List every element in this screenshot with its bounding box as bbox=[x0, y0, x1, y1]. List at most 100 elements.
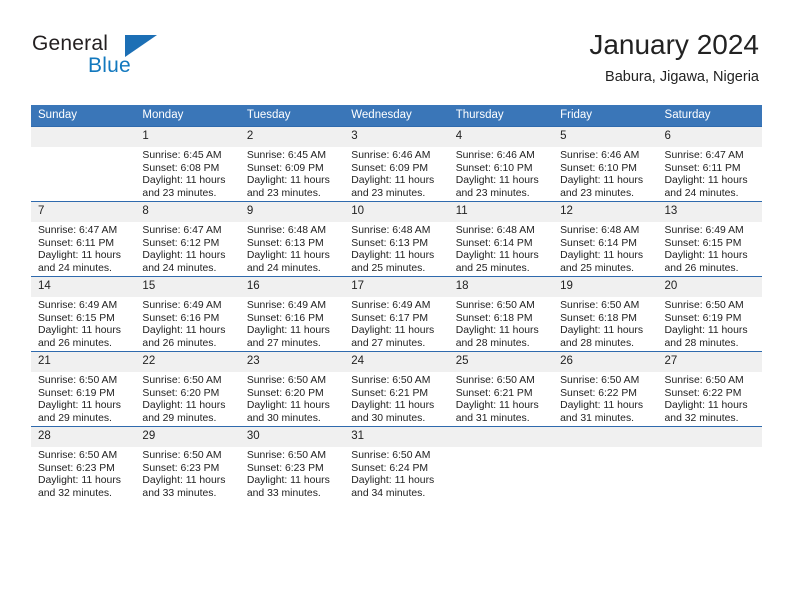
day-info-line: and 26 minutes. bbox=[142, 337, 217, 349]
day-sun-info: Sunrise: 6:50 AM Sunset: 6:19 PM Daylight:… bbox=[31, 372, 135, 425]
day-sun-info: Sunrise: 6:46 AM Sunset: 6:09 PM Daylight:… bbox=[344, 147, 448, 200]
day-info-line: Sunrise: 6:50 AM bbox=[664, 375, 744, 386]
day-info-line: Sunset: 6:18 PM bbox=[560, 312, 637, 324]
day-number: 12 bbox=[553, 202, 658, 222]
day-sun-info: Sunrise: 6:45 AM Sunset: 6:09 PM Daylight:… bbox=[240, 147, 344, 200]
day-info-line: Sunrise: 6:48 AM bbox=[351, 225, 431, 236]
calendar-day-cell[interactable]: 31 Sunrise: 6:50 AM Sunset: 6:24 PM Dayligh… bbox=[344, 426, 449, 501]
day-info-line: and 27 minutes. bbox=[351, 337, 426, 349]
day-number: 21 bbox=[31, 352, 136, 372]
day-info-line: and 23 minutes. bbox=[351, 187, 426, 199]
calendar-day-cell[interactable]: 13 Sunrise: 6:49 AM Sunset: 6:15 PM Dayligh… bbox=[657, 201, 762, 277]
day-info-line: Sunset: 6:14 PM bbox=[455, 237, 533, 249]
day-info-line: and 24 minutes. bbox=[246, 262, 321, 274]
day-info-line: Daylight: 11 hours bbox=[351, 400, 435, 412]
day-number: 27 bbox=[657, 352, 762, 372]
calendar-day-cell[interactable]: 14 Sunrise: 6:49 AM Sunset: 6:15 PM Dayligh… bbox=[31, 276, 136, 352]
day-sun-info: Sunrise: 6:50 AM Sunset: 6:21 PM Daylight:… bbox=[449, 372, 553, 425]
page-header: General Blue January 2024 Babura, Jigawa… bbox=[0, 0, 792, 100]
day-info-line: Sunset: 6:14 PM bbox=[560, 237, 637, 249]
calendar-day-cell[interactable]: 10 Sunrise: 6:48 AM Sunset: 6:13 PM Dayligh… bbox=[344, 201, 449, 277]
day-info-line: Sunrise: 6:50 AM bbox=[142, 450, 222, 461]
day-info-line: and 30 minutes. bbox=[246, 412, 321, 424]
calendar-day-cell[interactable]: 20 Sunrise: 6:50 AM Sunset: 6:19 PM Dayligh… bbox=[657, 276, 762, 352]
calendar-day-cell[interactable]: 6 Sunrise: 6:47 AM Sunset: 6:11 PM Daylight… bbox=[657, 126, 762, 202]
calendar-day-cell[interactable]: 17 Sunrise: 6:49 AM Sunset: 6:17 PM Dayligh… bbox=[344, 276, 449, 352]
day-info-line: and 24 minutes. bbox=[142, 262, 217, 274]
day-info-line: Sunrise: 6:47 AM bbox=[664, 150, 744, 161]
day-info-line: Sunset: 6:19 PM bbox=[664, 312, 742, 324]
day-info-line: and 31 minutes. bbox=[560, 412, 635, 424]
day-number: 4 bbox=[448, 127, 554, 147]
calendar-day-cell[interactable]: 30 Sunrise: 6:50 AM Sunset: 6:23 PM Dayligh… bbox=[239, 426, 345, 501]
calendar-day-cell[interactable]: 2 Sunrise: 6:45 AM Sunset: 6:09 PM Daylight… bbox=[239, 126, 345, 202]
day-sun-info: Sunrise: 6:45 AM Sunset: 6:08 PM Daylight:… bbox=[135, 147, 239, 200]
calendar-grid: Sunday Monday Tuesday Wednesday Thursday Frid… bbox=[31, 105, 762, 501]
calendar-day-cell[interactable]: 26 Sunrise: 6:50 AM Sunset: 6:22 PM Dayligh… bbox=[553, 351, 658, 427]
calendar-day-cell[interactable]: 7 Sunrise: 6:47 AM Sunset: 6:11 PM Daylight… bbox=[31, 201, 136, 277]
day-info-line: and 23 minutes. bbox=[246, 187, 321, 199]
day-info-line: Sunrise: 6:48 AM bbox=[246, 225, 326, 236]
weekday-header-thursday: Thursday bbox=[448, 105, 554, 127]
calendar-day-cell[interactable]: 23 Sunrise: 6:50 AM Sunset: 6:20 PM Dayligh… bbox=[239, 351, 345, 427]
weekday-header-saturday: Saturday bbox=[657, 105, 762, 127]
day-info-line: and 31 minutes. bbox=[455, 412, 530, 424]
day-info-line: Daylight: 11 hours bbox=[246, 175, 330, 187]
day-info-line: and 27 minutes. bbox=[246, 337, 321, 349]
day-info-line: Daylight: 11 hours bbox=[664, 250, 748, 262]
calendar-week-row: 1 Sunrise: 6:45 AM Sunset: 6:08 PM Daylight… bbox=[31, 126, 762, 202]
calendar-day-cell[interactable]: 18 Sunrise: 6:50 AM Sunset: 6:18 PM Dayligh… bbox=[448, 276, 554, 352]
day-info-line: Sunset: 6:22 PM bbox=[560, 387, 637, 399]
day-sun-info: Sunrise: 6:48 AM Sunset: 6:14 PM Daylight:… bbox=[553, 222, 657, 275]
day-sun-info: Sunrise: 6:49 AM Sunset: 6:16 PM Daylight:… bbox=[240, 297, 344, 350]
day-info-line: Sunrise: 6:50 AM bbox=[246, 375, 326, 386]
day-info-line: and 24 minutes. bbox=[664, 187, 739, 199]
calendar-day-cell[interactable]: 5 Sunrise: 6:46 AM Sunset: 6:10 PM Daylight… bbox=[553, 126, 658, 202]
day-info-line: Sunrise: 6:50 AM bbox=[560, 375, 640, 386]
calendar-day-cell[interactable]: 8 Sunrise: 6:47 AM Sunset: 6:12 PM Daylight… bbox=[135, 201, 240, 277]
calendar-week-row: 21 Sunrise: 6:50 AM Sunset: 6:19 PM Dayligh… bbox=[31, 351, 762, 427]
day-sun-info: Sunrise: 6:49 AM Sunset: 6:17 PM Daylight:… bbox=[344, 297, 448, 350]
day-number: 23 bbox=[239, 352, 345, 372]
day-info-line: Daylight: 11 hours bbox=[455, 250, 539, 262]
day-sun-info: Sunrise: 6:48 AM Sunset: 6:13 PM Daylight:… bbox=[344, 222, 448, 275]
calendar-week-row: 7 Sunrise: 6:47 AM Sunset: 6:11 PM Daylight… bbox=[31, 201, 762, 277]
day-sun-info: Sunrise: 6:50 AM Sunset: 6:22 PM Daylight:… bbox=[553, 372, 657, 425]
day-info-line: Sunrise: 6:49 AM bbox=[142, 300, 222, 311]
calendar-day-cell[interactable]: 15 Sunrise: 6:49 AM Sunset: 6:16 PM Dayligh… bbox=[135, 276, 240, 352]
calendar-day-cell[interactable]: 12 Sunrise: 6:48 AM Sunset: 6:14 PM Dayligh… bbox=[553, 201, 658, 277]
calendar-day-cell[interactable]: 22 Sunrise: 6:50 AM Sunset: 6:20 PM Dayligh… bbox=[135, 351, 240, 427]
calendar-day-cell[interactable]: 19 Sunrise: 6:50 AM Sunset: 6:18 PM Dayligh… bbox=[553, 276, 658, 352]
day-info-line: and 32 minutes. bbox=[664, 412, 739, 424]
title-block: January 2024 Babura, Jigawa, Nigeria bbox=[589, 28, 759, 86]
calendar-day-cell[interactable]: 11 Sunrise: 6:48 AM Sunset: 6:14 PM Dayligh… bbox=[448, 201, 554, 277]
day-info-line: and 26 minutes. bbox=[664, 262, 739, 274]
calendar-day-cell[interactable]: 29 Sunrise: 6:50 AM Sunset: 6:23 PM Dayligh… bbox=[135, 426, 240, 501]
calendar-day-cell[interactable]: 9 Sunrise: 6:48 AM Sunset: 6:13 PM Daylight… bbox=[239, 201, 345, 277]
day-sun-info: Sunrise: 6:50 AM Sunset: 6:23 PM Daylight:… bbox=[240, 447, 344, 500]
day-info-line: Sunrise: 6:50 AM bbox=[664, 300, 744, 311]
calendar-day-cell[interactable]: 24 Sunrise: 6:50 AM Sunset: 6:21 PM Dayligh… bbox=[344, 351, 449, 427]
calendar-day-cell[interactable]: 25 Sunrise: 6:50 AM Sunset: 6:21 PM Dayligh… bbox=[448, 351, 554, 427]
day-info-line: Daylight: 11 hours bbox=[142, 325, 226, 337]
generalblue-logo[interactable]: General Blue bbox=[32, 32, 232, 84]
calendar-day-cell[interactable]: 27 Sunrise: 6:50 AM Sunset: 6:22 PM Dayligh… bbox=[657, 351, 762, 427]
day-number: 9 bbox=[239, 202, 345, 222]
calendar-day-cell[interactable]: 4 Sunrise: 6:46 AM Sunset: 6:10 PM Daylight… bbox=[448, 126, 554, 202]
day-info-line: Daylight: 11 hours bbox=[246, 400, 330, 412]
day-number bbox=[448, 427, 554, 447]
calendar-day-cell[interactable]: 1 Sunrise: 6:45 AM Sunset: 6:08 PM Daylight… bbox=[135, 126, 240, 202]
day-info-line: Sunset: 6:11 PM bbox=[664, 162, 741, 174]
calendar-day-cell[interactable]: 21 Sunrise: 6:50 AM Sunset: 6:19 PM Dayligh… bbox=[31, 351, 136, 427]
logo-text-blue: Blue bbox=[88, 54, 131, 77]
day-info-line: Sunrise: 6:49 AM bbox=[351, 300, 431, 311]
day-number: 20 bbox=[657, 277, 762, 297]
calendar-day-cell[interactable]: 16 Sunrise: 6:49 AM Sunset: 6:16 PM Dayligh… bbox=[239, 276, 345, 352]
day-number: 6 bbox=[657, 127, 762, 147]
day-sun-info: Sunrise: 6:49 AM Sunset: 6:16 PM Daylight:… bbox=[135, 297, 239, 350]
weekday-header-row: Sunday Monday Tuesday Wednesday Thursday Frid… bbox=[31, 105, 762, 127]
day-sun-info: Sunrise: 6:50 AM Sunset: 6:22 PM Daylight:… bbox=[658, 372, 762, 425]
calendar-day-cell[interactable]: 3 Sunrise: 6:46 AM Sunset: 6:09 PM Daylight… bbox=[344, 126, 449, 202]
weekday-header-sunday: Sunday bbox=[31, 105, 136, 127]
calendar-day-cell[interactable]: 28 Sunrise: 6:50 AM Sunset: 6:23 PM Dayligh… bbox=[31, 426, 136, 501]
